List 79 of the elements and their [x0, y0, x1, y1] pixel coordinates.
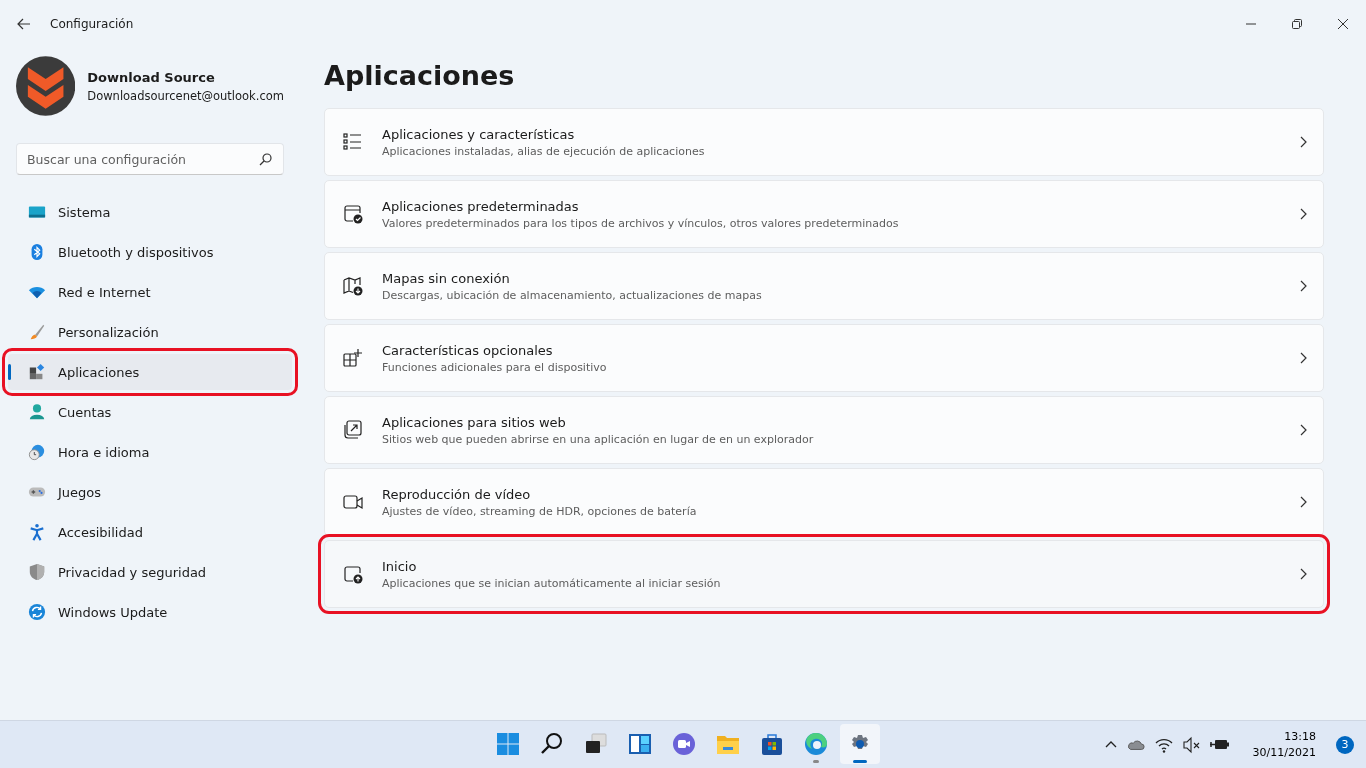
- task-view-icon: [584, 732, 608, 756]
- sidebar-item[interactable]: Cuentas: [8, 394, 292, 430]
- settings-card[interactable]: Características opcionales Funciones adicionales para el dispositivo: [324, 324, 1324, 392]
- search-field[interactable]: Buscar una configuración: [16, 143, 284, 175]
- widgets-icon: [628, 732, 652, 756]
- page-title: Aplicaciones: [324, 59, 516, 93]
- clock-date: 30/11/2021: [1252, 744, 1316, 761]
- search-icon: [259, 153, 272, 166]
- map-download-icon: [343, 276, 363, 296]
- profile-email: Downloadsourcenet@outlook.com: [87, 88, 284, 103]
- browser-swirl-icon: [804, 732, 828, 756]
- card-description: Aplicaciones instaladas, alias de ejecución de aplicaciones: [382, 144, 706, 158]
- card-title: Aplicaciones y características: [382, 126, 576, 142]
- back-arrow-icon: [16, 16, 32, 32]
- clock-time: 13:18: [1284, 728, 1316, 745]
- cloud-icon[interactable]: [1126, 738, 1145, 751]
- chevron-right-icon: [1300, 280, 1307, 292]
- card-description: Funciones adicionales para el dispositivo: [382, 360, 608, 374]
- card-title: Características opcionales: [382, 342, 554, 358]
- settings-card[interactable]: Aplicaciones predeterminadas Valores predeterminados para los tipos de archivos y vínculos, otros valores predeterminados: [324, 180, 1324, 248]
- nav-icon: [28, 443, 46, 461]
- chevron-right-icon: [1300, 496, 1307, 508]
- card-description: Valores predeterminados para los tipos de archivos y vínculos, otros valores predeterminados: [382, 216, 900, 230]
- sidebar-item[interactable]: Sistema: [8, 194, 292, 230]
- restore-icon: [1292, 19, 1302, 29]
- settings-card[interactable]: Mapas sin conexión Descargas, ubicación de almacenamiento, actualizaciones de mapas: [324, 252, 1324, 320]
- nav-icon: [28, 403, 46, 421]
- app-window-upload-icon: [343, 564, 363, 584]
- notification-badge[interactable]: 3: [1336, 735, 1354, 754]
- sidebar-item[interactable]: Bluetooth y dispositivos: [8, 234, 292, 270]
- chevron-up-icon[interactable]: [1104, 740, 1117, 749]
- chat-icon: [672, 732, 696, 756]
- taskbar-app-button[interactable]: [840, 724, 880, 764]
- nav-icon: [28, 523, 46, 541]
- settings-card[interactable]: Aplicaciones y características Aplicaciones instaladas, alias de ejecución de aplicaciones: [324, 108, 1324, 176]
- chevron-right-icon: [1300, 136, 1307, 148]
- video-camera-icon: [343, 492, 363, 512]
- clock[interactable]: 13:18 30/11/2021: [1252, 728, 1316, 761]
- sidebar-item[interactable]: Personalización: [8, 314, 292, 350]
- app-window-check-icon: [343, 204, 363, 224]
- nav-icon: [28, 603, 46, 621]
- grid-plus-icon: [343, 348, 363, 368]
- settings-card[interactable]: Reproducción de vídeo Ajustes de vídeo, streaming de HDR, opciones de batería: [324, 468, 1324, 536]
- sidebar-item[interactable]: Windows Update: [8, 594, 292, 630]
- sidebar-item[interactable]: Red e Internet: [8, 274, 292, 310]
- chevron-right-icon: [1300, 352, 1307, 364]
- card-description: Descargas, ubicación de almacenamiento, actualizaciones de mapas: [382, 288, 763, 302]
- search-icon: [540, 732, 564, 756]
- close-icon: [1338, 19, 1348, 29]
- nav-icon: [28, 323, 46, 341]
- nav-icon: [28, 363, 46, 381]
- sidebar-item[interactable]: Juegos: [8, 474, 292, 510]
- wifi-icon[interactable]: [1154, 736, 1173, 753]
- list-icon: [343, 132, 363, 152]
- card-description: Ajustes de vídeo, streaming de HDR, opciones de batería: [382, 504, 698, 518]
- card-title: Aplicaciones predeterminadas: [382, 198, 580, 214]
- battery-charging-icon[interactable]: [1209, 737, 1229, 752]
- open-external-icon: [343, 420, 363, 440]
- card-title: Inicio: [382, 558, 418, 574]
- card-description: Sitios web que pueden abrirse en una aplicación en lugar de en un explorador: [382, 432, 815, 446]
- avatar-logo-icon: [16, 56, 76, 116]
- card-title: Aplicaciones para sitios web: [382, 414, 567, 430]
- sidebar-item[interactable]: Hora e idioma: [8, 434, 292, 470]
- window-title: Configuración: [50, 17, 134, 31]
- back-button[interactable]: [16, 16, 32, 32]
- chevron-right-icon: [1300, 568, 1307, 580]
- chevron-right-icon: [1300, 424, 1307, 436]
- store-bag-icon: [760, 732, 784, 756]
- nav-icon: [28, 563, 46, 581]
- sidebar-item[interactable]: Privacidad y seguridad: [8, 554, 292, 590]
- card-description: Aplicaciones que se inician automáticamente al iniciar sesión: [382, 576, 722, 590]
- profile-name: Download Source: [87, 69, 216, 85]
- chevron-right-icon: [1300, 208, 1307, 220]
- card-title: Mapas sin conexión: [382, 270, 511, 286]
- sidebar-item[interactable]: Accesibilidad: [8, 514, 292, 550]
- settings-card[interactable]: Aplicaciones para sitios web Sitios web que pueden abrirse en una aplicación en lugar de en un explorador: [324, 396, 1324, 464]
- card-title: Reproducción de vídeo: [382, 486, 532, 502]
- windows-logo-icon: [496, 732, 520, 756]
- speaker-muted-icon[interactable]: [1182, 735, 1200, 754]
